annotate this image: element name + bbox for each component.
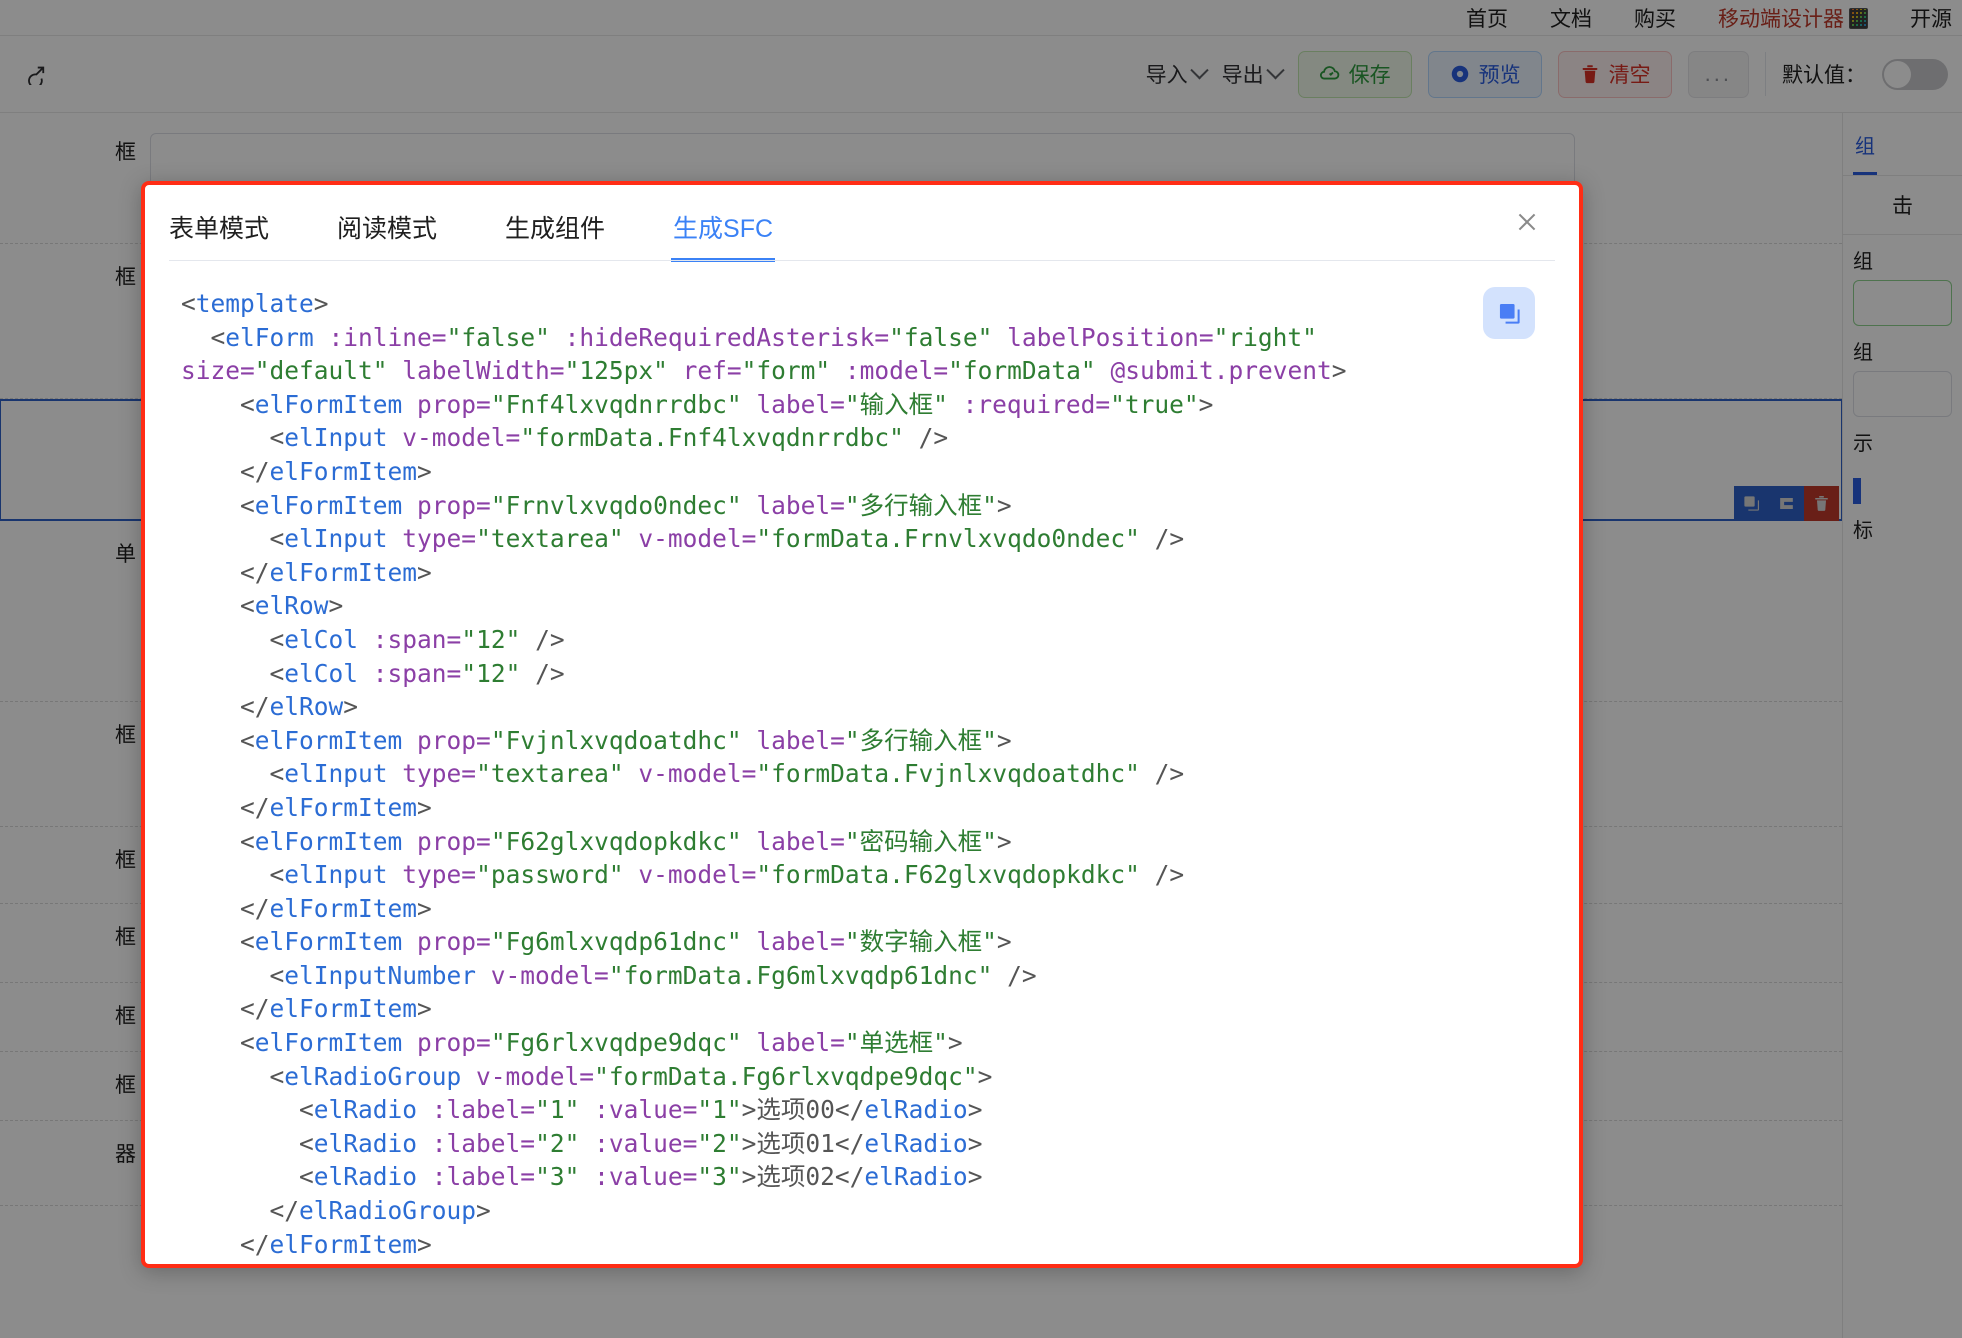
tab-label: 生成SFC: [673, 215, 773, 243]
copy-code-button[interactable]: [1483, 287, 1535, 339]
dialog-body: <template> <elForm :inline="false" :hide…: [145, 261, 1579, 1264]
close-icon: [1514, 209, 1540, 235]
copy-icon: [1496, 300, 1523, 327]
tab-label: 表单模式: [169, 215, 269, 243]
tab-read-mode[interactable]: 阅读模式: [337, 209, 437, 261]
close-dialog-button[interactable]: [1505, 200, 1549, 244]
tab-label: 生成组件: [505, 215, 605, 243]
tab-label: 阅读模式: [337, 215, 437, 243]
code-generation-dialog: 表单模式 阅读模式 生成组件 生成SFC <template> <elForm …: [141, 181, 1583, 1268]
generated-code: <template> <elForm :inline="false" :hide…: [145, 287, 1579, 1264]
tab-generate-component[interactable]: 生成组件: [505, 209, 605, 261]
tab-generate-sfc[interactable]: 生成SFC: [673, 209, 773, 261]
tab-form-mode[interactable]: 表单模式: [169, 209, 269, 261]
dialog-tabs: 表单模式 阅读模式 生成组件 生成SFC: [145, 185, 1579, 261]
